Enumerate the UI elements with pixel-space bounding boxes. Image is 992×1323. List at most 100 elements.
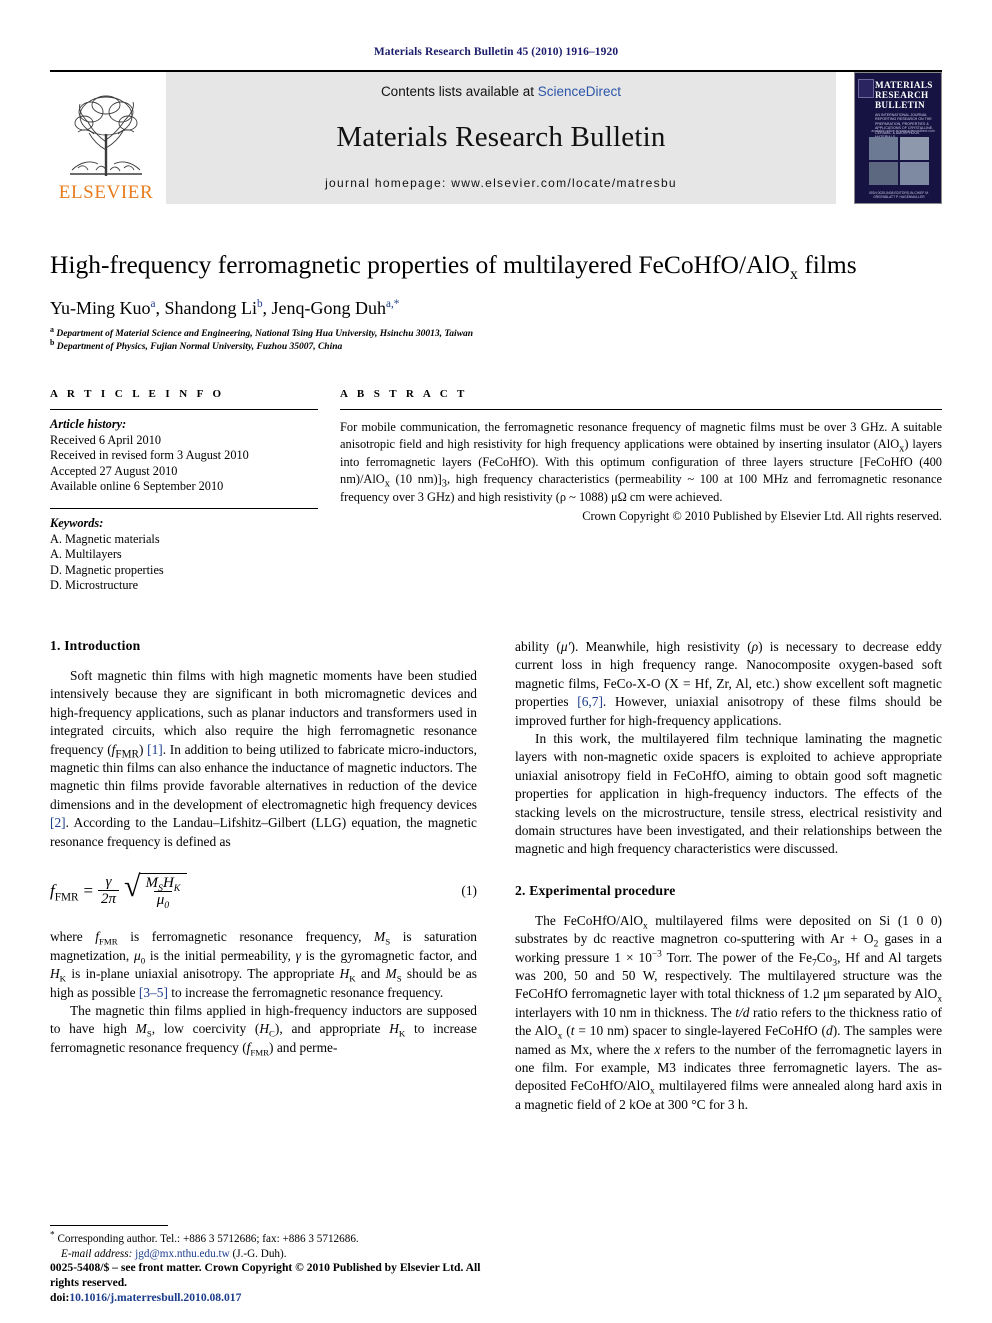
copyright-footer: 0025-5408/$ – see front matter. Crown Co… <box>50 1260 510 1305</box>
keywords-block: Keywords: A. Magnetic materials A. Multi… <box>50 509 318 594</box>
radicand-numerator: MSHK <box>143 875 184 894</box>
affiliation: b Department of Physics, Fujian Normal U… <box>50 337 942 354</box>
fraction-denominator: 2π <box>98 890 120 907</box>
article-info-heading: A R T I C L E I N F O <box>50 388 225 400</box>
cover-mid-caption: available online at www.sciencedirect.co… <box>871 129 935 133</box>
cover-elsevier-logo-icon <box>858 79 874 98</box>
elsevier-logo: ELSEVIER <box>50 72 162 204</box>
text-run: interlayers with 10 nm in thickness. The <box>515 1004 736 1020</box>
text-run: is in-plane uniaxial anisotropy. The app… <box>66 966 340 982</box>
text-run: Torr. The power of the Fe <box>661 949 813 965</box>
doi-link[interactable]: 10.1016/j.materresbull.2010.08.017 <box>69 1291 241 1304</box>
author-name[interactable]: Yu-Ming Kuo <box>50 298 151 318</box>
elsevier-wordmark: ELSEVIER <box>58 182 154 203</box>
sciencedirect-link[interactable]: ScienceDirect <box>538 84 621 99</box>
title-block: High-frequency ferromagnetic properties … <box>50 250 942 354</box>
email-label: E-mail address: <box>61 1247 133 1260</box>
symbol-t-over-d: t/d <box>735 1004 750 1020</box>
author-name[interactable]: Jenq-Gong Duh <box>272 298 387 318</box>
contents-prefix: Contents lists available at <box>380 84 538 99</box>
cover-subtitle: AN INTERNATIONAL JOURNAL REPORTING RESEA… <box>875 113 934 139</box>
author-affil-mark: b <box>256 298 263 310</box>
article-history-label: Article history: <box>50 417 127 431</box>
affiliation-mark: b <box>50 337 55 347</box>
citation-link[interactable]: [1] <box>147 742 163 757</box>
radicand-denominator: μ0 <box>153 891 173 912</box>
paper-title: High-frequency ferromagnetic properties … <box>50 250 942 284</box>
abstract-text: For mobile communication, the ferromagne… <box>340 410 942 506</box>
running-head: Materials Research Bulletin 45 (2010) 19… <box>373 46 619 58</box>
radicand-fraction: MSHK μ0 <box>143 875 184 912</box>
text-run: . According to the Landau–Lifshitz–Gilbe… <box>50 815 477 849</box>
text-superscript: −3 <box>651 949 662 960</box>
text-run: ), and appropriate <box>274 1021 390 1037</box>
article-history-item: Received in revised form 3 August 2010 <box>50 448 249 463</box>
text-run: is the initial permeability, <box>145 947 296 963</box>
cover-title-line2: RESEARCH <box>875 90 929 100</box>
article-history-item: Available online 6 September 2010 <box>50 479 224 494</box>
symbol-mu-prime: μ′ <box>560 638 571 654</box>
keyword-item: D. Magnetic properties <box>50 562 164 577</box>
experimental-paragraph-1: The FeCoHfO/AlOx multilayered films were… <box>515 912 943 1112</box>
citation-link[interactable]: [2] <box>50 815 66 830</box>
symbol-f-subscript: FMR <box>115 748 139 761</box>
intro-paragraph-4: In this work, the multilayered film tech… <box>515 730 942 857</box>
intro-paragraph-3: The magnetic thin films applied in high-… <box>50 1003 477 1058</box>
intro-paragraph-1: Soft magnetic thin films with high magne… <box>50 667 477 851</box>
section-heading-experimental: 2. Experimental procedure <box>515 882 676 898</box>
symbol-Hk-sub: K <box>173 883 181 894</box>
doi-label: doi: <box>50 1291 70 1304</box>
affiliation: a Department of Material Science and Eng… <box>50 324 942 341</box>
article-history: Article history: Received 6 April 2010 R… <box>50 410 318 508</box>
equation-sqrt: √ MSHK μ0 <box>124 871 188 912</box>
citation-link[interactable]: [6,7] <box>577 694 603 709</box>
info-abstract-row: A R T I C L E I N F O Article history: R… <box>50 388 942 594</box>
journal-homepage[interactable]: journal homepage: www.elsevier.com/locat… <box>325 176 677 190</box>
email-note: E-mail address: jgd@mx.nthu.edu.tw (J.-G… <box>50 1247 477 1261</box>
journal-band: Contents lists available at ScienceDirec… <box>166 72 836 204</box>
journal-cover-thumbnail[interactable]: MATERIALS RESEARCH BULLETIN AN INTERNATI… <box>854 72 942 204</box>
text-run: is ferromagnetic resonance frequency, <box>117 929 375 945</box>
journal-article-page: Materials Research Bulletin 45 (2010) 19… <box>0 0 992 1323</box>
paper-title-subscript: x <box>789 266 798 284</box>
left-column: 1. Introduction Soft magnetic thin films… <box>50 638 477 1114</box>
affiliation-mark: a <box>50 324 54 334</box>
cover-image-cell <box>869 162 898 185</box>
keyword-item: D. Microstructure <box>50 578 139 593</box>
keywords-label: Keywords: <box>50 515 104 530</box>
keyword-item: A. Magnetic materials <box>50 531 160 546</box>
cover-image-grid <box>869 137 929 185</box>
author-name[interactable]: Shandong Li <box>164 298 257 318</box>
symbol-Ms: M <box>145 875 159 891</box>
text-run: Co <box>816 949 833 965</box>
cover-image-cell <box>869 137 898 160</box>
abstract-part: (10 nm)] <box>389 472 442 487</box>
corresponding-author-note: * Corresponding author. Tel.: +886 3 571… <box>50 1231 477 1246</box>
article-info-column: A R T I C L E I N F O Article history: R… <box>50 388 340 594</box>
text-run: ( <box>562 1023 571 1039</box>
corresponding-author-text: Corresponding author. Tel.: +886 3 57126… <box>54 1233 359 1246</box>
radicand: MSHK μ0 <box>138 873 188 912</box>
citation-link[interactable]: [3–5] <box>139 985 168 1000</box>
footnote-block: * Corresponding author. Tel.: +886 3 571… <box>50 1225 477 1261</box>
text-run: ) <box>138 741 148 757</box>
text-run: The FeCoHfO/AlO <box>535 912 643 928</box>
email-owner: (J.-G. Duh). <box>229 1247 287 1260</box>
intro-continuation-paragraph: ability (μ′). Meanwhile, high resistivit… <box>515 638 942 730</box>
keyword-item: A. Multilayers <box>50 547 122 562</box>
symbol-mu-sub: 0 <box>164 900 170 912</box>
equation-1: fFMR = γ 2π √ MSHK μ0 <box>50 871 188 912</box>
contents-available-line: Contents lists available at ScienceDirec… <box>381 84 621 99</box>
symbol-d: d <box>826 1023 833 1039</box>
doi-line: doi:10.1016/j.materresbull.2010.08.017 <box>50 1290 510 1305</box>
paper-title-tail: films <box>797 250 857 279</box>
email-link[interactable]: jgd@mx.nthu.edu.tw <box>135 1248 230 1260</box>
cover-image-cell <box>900 162 929 185</box>
text-run: is the gyromagnetic factor, and <box>300 947 477 963</box>
text-run: and <box>355 966 386 982</box>
author-list: Yu-Ming Kuoa, Shandong Lib, Jenq-Gong Du… <box>50 298 400 318</box>
article-history-item: Accepted 27 August 2010 <box>50 463 178 478</box>
abstract-part: For mobile communication, the ferromagne… <box>340 420 942 452</box>
text-run: to increase the ferromagnetic resonance … <box>167 984 444 1000</box>
text-run: ) and perme- <box>269 1039 338 1055</box>
